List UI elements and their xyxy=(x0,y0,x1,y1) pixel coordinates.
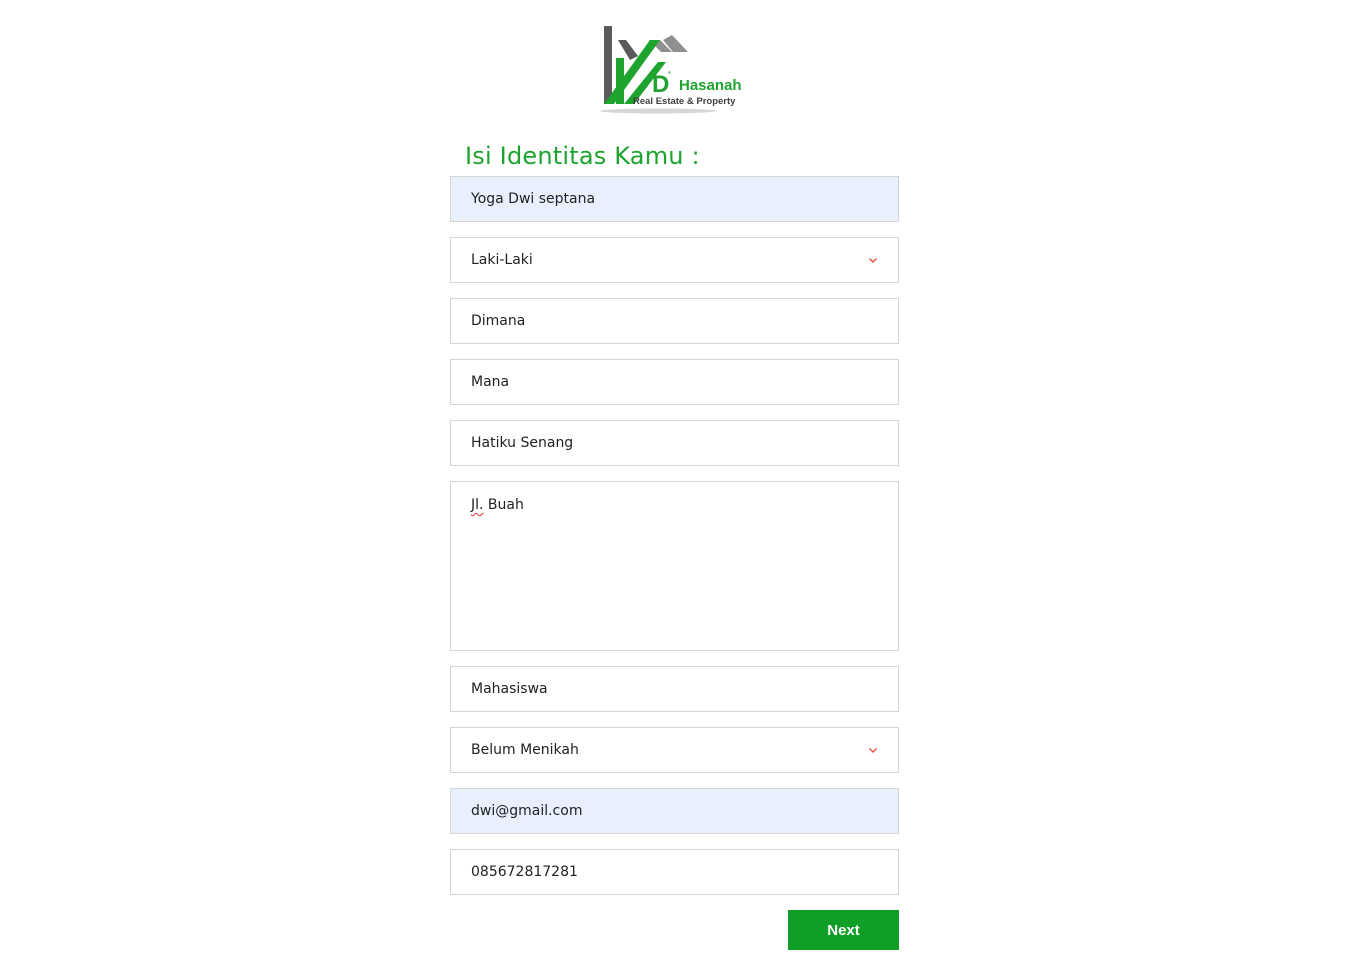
form-title: Isi Identitas Kamu : xyxy=(465,142,700,170)
birthplace-value: Dimana xyxy=(471,313,526,329)
address-value: Jl. Buah xyxy=(471,497,524,513)
occupation-value: Mahasiswa xyxy=(471,681,548,697)
birthplace-field[interactable]: Dimana xyxy=(450,298,899,344)
svg-text:‘: ‘ xyxy=(668,70,671,81)
dhasanah-logo: D ‘ Hasanah Real Estate & Property xyxy=(596,22,752,118)
spellcheck-word: Jl. xyxy=(471,497,484,513)
phone-field[interactable]: 085672817281 xyxy=(450,849,899,895)
gender-value: Laki-Laki xyxy=(471,252,533,268)
gender-select[interactable]: Laki-Laki xyxy=(450,237,899,283)
religion-value: Hatiku Senang xyxy=(471,435,574,451)
name-field[interactable]: Yoga Dwi septana xyxy=(450,176,899,222)
next-button[interactable]: Next xyxy=(788,910,899,950)
chevron-down-icon xyxy=(868,745,878,755)
address-rest: Buah xyxy=(483,497,524,513)
occupation-field[interactable]: Mahasiswa xyxy=(450,666,899,712)
page: D ‘ Hasanah Real Estate & Property Isi I… xyxy=(0,0,1349,965)
address-textarea[interactable]: Jl. Buah xyxy=(450,481,899,651)
marital-status-value: Belum Menikah xyxy=(471,742,579,758)
marital-status-select[interactable]: Belum Menikah xyxy=(450,727,899,773)
religion-field[interactable]: Hatiku Senang xyxy=(450,420,899,466)
birthdate-value: Mana xyxy=(471,374,510,390)
phone-value: 085672817281 xyxy=(471,864,578,880)
name-value: Yoga Dwi septana xyxy=(471,191,596,207)
logo-name: Hasanah xyxy=(679,77,742,94)
chevron-down-icon xyxy=(868,255,878,265)
logo-tagline: Real Estate & Property xyxy=(633,96,736,107)
logo-graphic: D ‘ Hasanah Real Estate & Property xyxy=(600,26,742,114)
email-field[interactable]: dwi@gmail.com xyxy=(450,788,899,834)
logo-letter: D xyxy=(652,71,669,98)
email-value: dwi@gmail.com xyxy=(471,803,583,819)
birthdate-field[interactable]: Mana xyxy=(450,359,899,405)
